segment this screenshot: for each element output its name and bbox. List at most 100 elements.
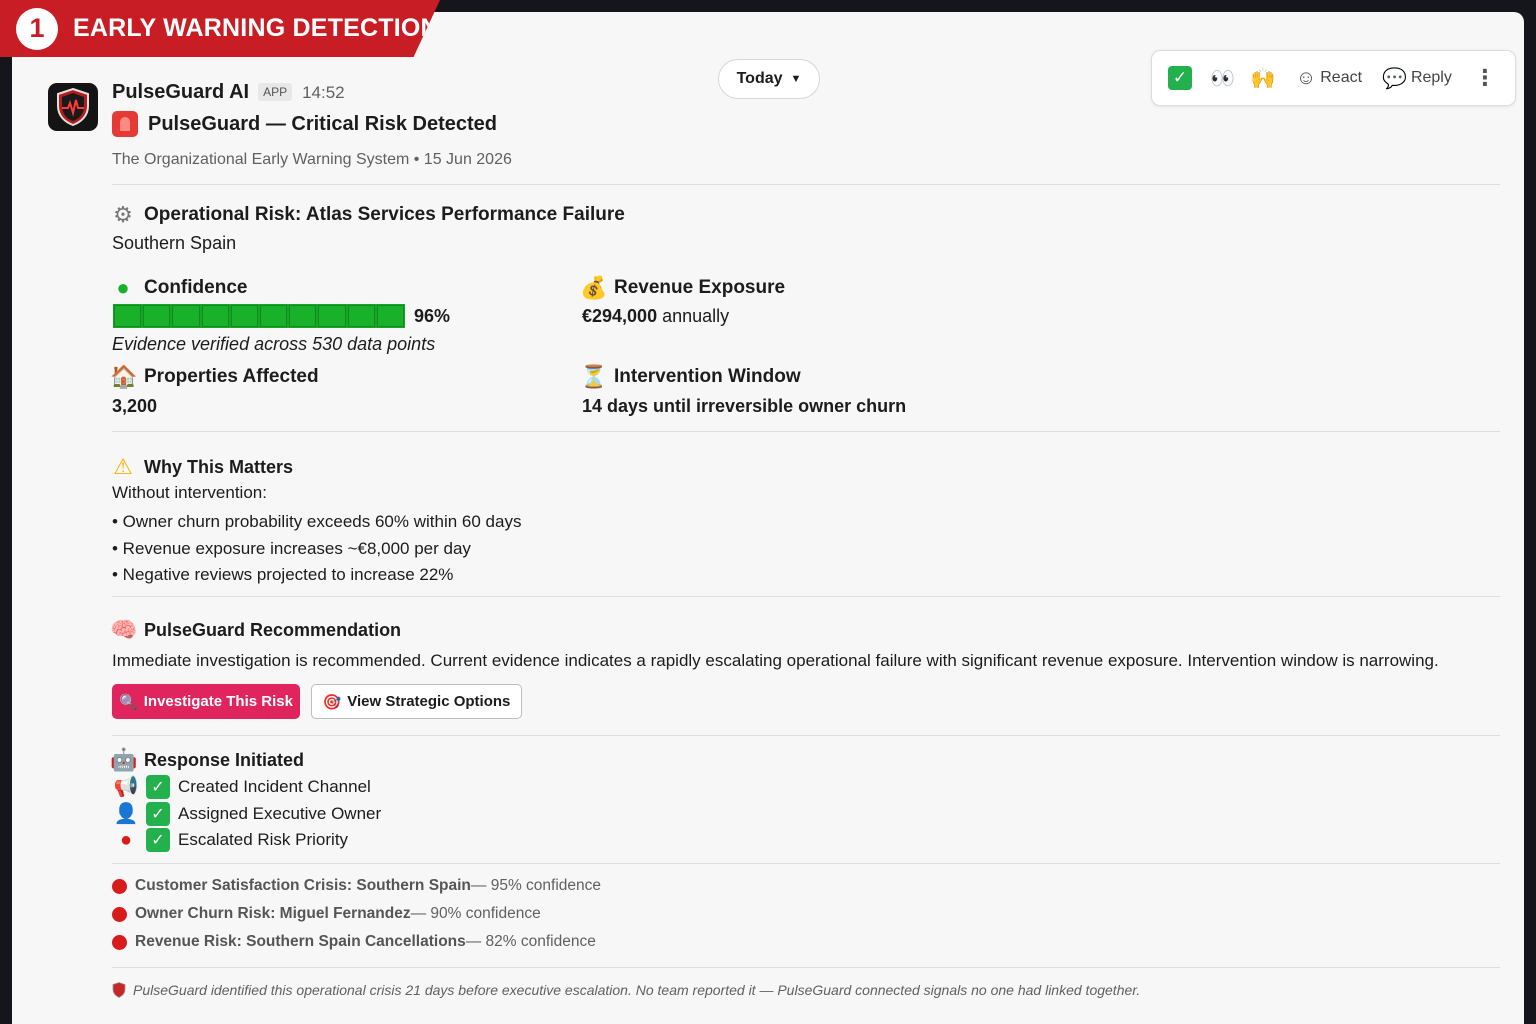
progress-segment: [318, 305, 346, 327]
check-icon: ✓: [146, 828, 170, 852]
message-actions-toolbar: ✓ 👀 🙌 ☺ React 💬 Reply ⋮: [1151, 50, 1516, 106]
message-time[interactable]: 14:52: [302, 83, 345, 103]
message-title-text: PulseGuard — Critical Risk Detected: [148, 112, 498, 135]
response-item-label: Escalated Risk Priority: [178, 830, 349, 849]
banner-step-number: 1: [16, 7, 58, 50]
divider: [112, 184, 1500, 185]
app-badge: APP: [258, 83, 293, 101]
reply-label: Reply: [1410, 69, 1452, 86]
properties-heading: 🏠 Properties Affected: [110, 364, 319, 390]
risk-title-text: Operational Risk: Atlas Services Perform…: [144, 204, 625, 225]
add-reaction-icon: ☺: [1295, 66, 1317, 89]
response-item-label: Created Incident Channel: [178, 776, 371, 796]
react-label: React: [1320, 69, 1363, 86]
siren-icon: [112, 111, 138, 137]
check-mark-reaction-icon[interactable]: ✓: [1168, 66, 1192, 90]
confidence-label: Confidence: [144, 277, 248, 298]
revenue-value-line: €294,000 annually: [582, 306, 729, 327]
view-strategic-options-button[interactable]: 🎯 View Strategic Options: [311, 684, 522, 719]
money-bag-icon: 💰: [580, 275, 608, 300]
revenue-amount: €294,000: [582, 306, 658, 326]
progress-segment: [376, 305, 405, 327]
eyes-reaction-icon[interactable]: 👀: [1210, 66, 1235, 91]
related-risk-item[interactable]: Owner Churn Risk: Miguel Fernandez — 90%…: [112, 905, 541, 923]
footer-text: PulseGuard identified this operational c…: [133, 982, 1141, 998]
shield-icon: [57, 88, 89, 126]
footer-note: PulseGuard identified this operational c…: [112, 982, 1140, 998]
revenue-label: Revenue Exposure: [614, 277, 786, 298]
list-item: • Revenue exposure increases ~€8,000 per…: [112, 538, 471, 558]
check-icon: ✓: [146, 774, 170, 799]
magnifier-icon: 🔍: [119, 693, 138, 711]
why-title: Why This Matters: [144, 456, 294, 477]
recommendation-heading: 🧠 PulseGuard Recommendation: [110, 617, 401, 643]
recommendation-text: Immediate investigation is recommended. …: [112, 651, 1439, 670]
megaphone-icon: 📢: [113, 776, 139, 798]
warning-icon: ⚠: [113, 454, 133, 479]
message-header: PulseGuard AI APP 14:52: [112, 81, 345, 104]
related-risk-confidence: — 82% confidence: [465, 933, 596, 950]
confidence-progress-bar: [113, 304, 405, 328]
why-intro: Without intervention:: [112, 483, 267, 502]
response-item-incident-channel: 📢 ✓ Created Incident Channel: [112, 774, 371, 799]
hourglass-icon: ⏳: [580, 364, 608, 389]
more-actions-icon[interactable]: ⋮: [1474, 65, 1496, 91]
target-icon: 🎯: [322, 693, 342, 711]
intervention-value: 14 days until irreversible owner churn: [582, 396, 907, 416]
response-item-label: Assigned Executive Owner: [178, 803, 382, 823]
related-risk-item[interactable]: Customer Satisfaction Crisis: Southern S…: [112, 877, 601, 895]
related-risk-confidence: — 90% confidence: [410, 905, 541, 922]
progress-segment: [172, 305, 200, 327]
progress-segment: [143, 305, 171, 327]
progress-segment: [201, 305, 229, 327]
divider: [112, 735, 1500, 736]
recommendation-title: PulseGuard Recommendation: [144, 619, 402, 640]
react-button[interactable]: ☺ React: [1296, 67, 1362, 90]
risk-region: Southern Spain: [112, 233, 237, 253]
divider: [112, 863, 1500, 864]
related-risk-item[interactable]: Revenue Risk: Southern Spain Cancellatio…: [112, 933, 596, 951]
red-circle-icon: [112, 934, 127, 950]
raised-hands-reaction-icon[interactable]: 🙌: [1251, 66, 1276, 91]
reply-bubble-icon: 💬: [1382, 67, 1407, 90]
green-circle-icon: ●: [116, 275, 130, 300]
response-item-risk-priority: ● ✓ Escalated Risk Priority: [112, 828, 348, 852]
red-circle-icon: [112, 906, 127, 922]
intervention-heading: ⏳ Intervention Window: [580, 364, 801, 390]
list-item: • Owner churn probability exceeds 60% wi…: [112, 512, 522, 531]
date-divider-button[interactable]: Today ▼: [718, 59, 820, 99]
banner-label: EARLY WARNING DETECTION: [73, 14, 439, 42]
robot-icon: 🤖: [110, 747, 138, 772]
early-warning-banner: 1 EARLY WARNING DETECTION: [0, 0, 440, 57]
related-risk-name: Revenue Risk: Southern Spain Cancellatio…: [135, 933, 466, 950]
intervention-label: Intervention Window: [614, 366, 801, 387]
revenue-suffix: annually: [657, 306, 730, 326]
reply-button[interactable]: 💬 Reply: [1382, 66, 1452, 91]
bot-name[interactable]: PulseGuard AI: [112, 81, 249, 104]
house-icon: 🏠: [110, 364, 138, 389]
progress-segment: [347, 305, 375, 327]
related-risk-name: Customer Satisfaction Crisis: Southern S…: [135, 877, 471, 894]
confidence-evidence: Evidence verified across 530 data points: [112, 334, 436, 354]
risk-title: ⚙ Operational Risk: Atlas Services Perfo…: [110, 202, 625, 228]
red-circle-icon: [112, 878, 127, 894]
why-heading: ⚠ Why This Matters: [110, 454, 293, 480]
response-heading: 🤖 Response Initiated: [110, 747, 304, 773]
strategic-options-label: View Strategic Options: [347, 693, 511, 710]
properties-label: Properties Affected: [144, 366, 319, 387]
bot-avatar[interactable]: [48, 83, 98, 131]
message-subtitle: The Organizational Early Warning System …: [112, 151, 512, 168]
investigate-risk-button[interactable]: 🔍 Investigate This Risk: [112, 684, 300, 719]
related-risk-confidence: — 95% confidence: [470, 877, 602, 894]
list-item: • Negative reviews projected to increase…: [112, 565, 454, 584]
response-item-executive-owner: 👤 ✓ Assigned Executive Owner: [112, 801, 381, 826]
confidence-heading: ● Confidence: [110, 275, 247, 301]
progress-segment: [289, 305, 317, 327]
why-bullet-list: • Owner churn probability exceeds 60% wi…: [112, 509, 521, 589]
divider: [112, 967, 1500, 968]
shield-icon: [112, 982, 126, 998]
chevron-down-icon: ▼: [790, 73, 802, 85]
brain-icon: 🧠: [110, 617, 138, 642]
properties-value: 3,200: [112, 396, 158, 416]
revenue-heading: 💰 Revenue Exposure: [580, 275, 785, 301]
